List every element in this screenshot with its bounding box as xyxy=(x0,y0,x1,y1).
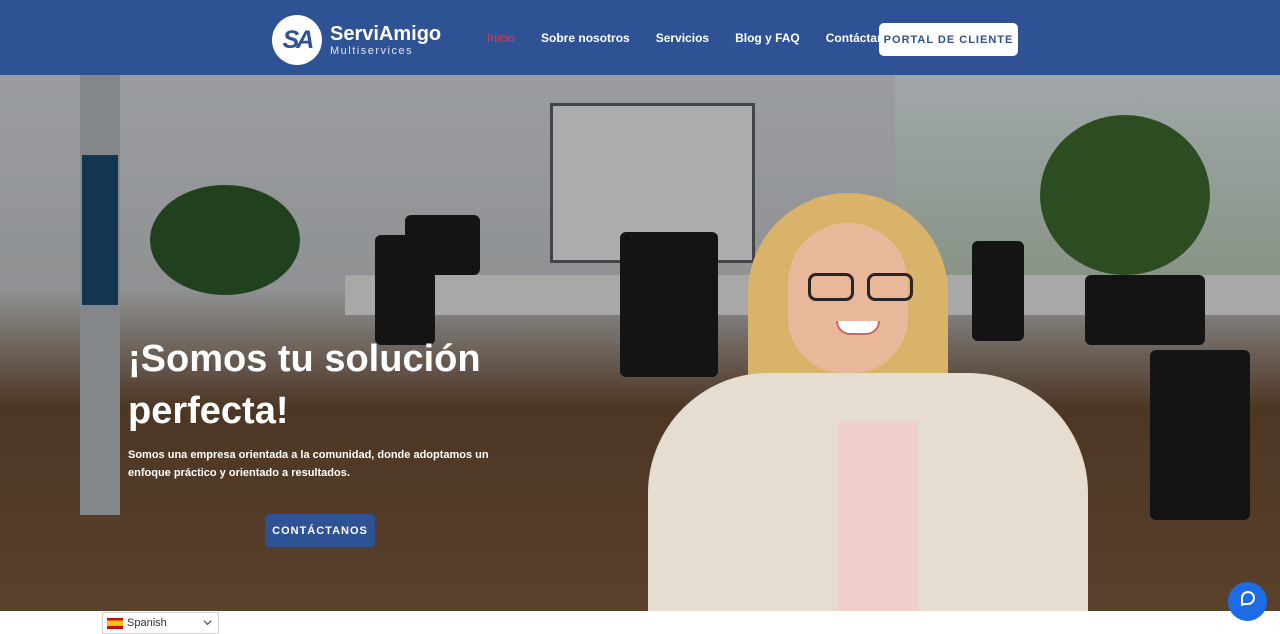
site-header: SA ServiAmigo Multiservices Inicio Sobre… xyxy=(0,0,1280,75)
language-selector[interactable]: Spanish xyxy=(102,612,219,634)
person-glasses xyxy=(808,273,913,303)
logo[interactable]: SA ServiAmigo Multiservices xyxy=(272,15,441,65)
logo-mark: SA xyxy=(272,15,322,65)
hero-title: ¡Somos tu solución perfecta! xyxy=(128,338,481,432)
nav-item-servicios[interactable]: Servicios xyxy=(656,31,709,45)
main-nav: Inicio Sobre nosotros Servicios Blog y F… xyxy=(487,31,924,45)
chat-icon xyxy=(1238,589,1258,614)
brand-name: ServiAmigo xyxy=(330,23,442,45)
spain-flag-icon xyxy=(107,617,123,629)
chat-button[interactable] xyxy=(1228,582,1267,621)
nav-item-sobre-nosotros[interactable]: Sobre nosotros xyxy=(541,31,630,45)
hero-section: ¡Somos tu solución perfecta! Somos una e… xyxy=(0,75,1280,611)
chevron-down-icon xyxy=(203,618,212,629)
nav-item-inicio[interactable]: Inicio xyxy=(487,31,515,45)
logo-mark-text: SA xyxy=(282,25,315,54)
brand-subtitle: Multiservices xyxy=(330,45,414,57)
nav-item-blog-faq[interactable]: Blog y FAQ xyxy=(735,31,800,45)
client-portal-button[interactable]: PORTAL DE CLIENTE xyxy=(879,23,1018,56)
language-label: Spanish xyxy=(127,617,167,629)
hero-description: Somos una empresa orientada a la comunid… xyxy=(128,449,489,479)
person-photo xyxy=(648,193,1088,611)
logo-text: ServiAmigo Multiservices xyxy=(330,23,441,57)
contact-button[interactable]: CONTÁCTANOS xyxy=(265,514,375,547)
person-blouse xyxy=(838,421,918,611)
